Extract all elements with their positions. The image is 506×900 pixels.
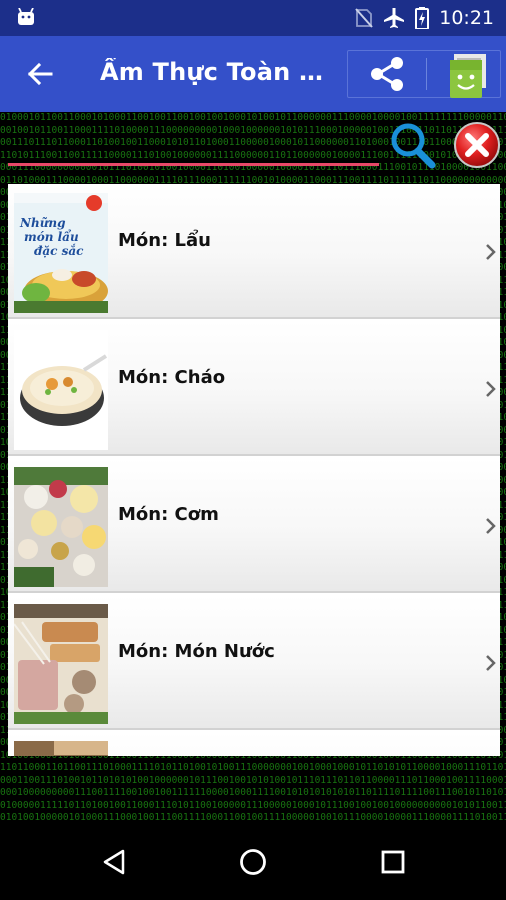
arrow-left-icon: [27, 62, 53, 86]
svg-text:đặc sắc: đặc sắc: [34, 243, 84, 258]
search-input[interactable]: [8, 120, 378, 160]
system-nav-bar: [0, 822, 506, 900]
android-app-icon: [450, 54, 486, 98]
item-thumbnail: [14, 604, 108, 724]
thumb-cover-text: Những: [19, 216, 66, 230]
back-button[interactable]: [20, 56, 60, 92]
nav-home-button[interactable]: [233, 842, 273, 882]
item-thumbnail: [14, 467, 108, 587]
airplane-mode-icon: [384, 8, 405, 28]
search-underline: [8, 163, 379, 166]
magnifier-icon: [391, 123, 436, 169]
nav-recents-square-icon: [381, 850, 405, 874]
list-item[interactable]: [8, 732, 500, 756]
item-label: Món: Cháo: [118, 367, 226, 388]
chevron-right-icon: [486, 244, 496, 260]
item-label: Món: Món Nước: [118, 641, 275, 662]
chevron-right-icon: [486, 655, 496, 671]
red-close-icon: [454, 122, 500, 168]
chevron-right-icon: [486, 518, 496, 534]
item-label: Món: Lẩu: [118, 230, 211, 251]
list-item[interactable]: Món: Cháo: [8, 321, 500, 456]
nav-recents-button[interactable]: [373, 842, 413, 882]
status-time: 10:21: [439, 7, 494, 29]
clear-search-button[interactable]: [452, 120, 502, 170]
status-icons: 10:21: [355, 6, 494, 30]
status-bar: 10:21: [0, 0, 506, 36]
nav-back-button[interactable]: [94, 842, 134, 882]
action-divider: [426, 58, 427, 90]
search-button[interactable]: [388, 120, 440, 170]
android-debug-icon: [18, 8, 34, 25]
category-list: Những món lẩu đặc sắc Món: Lẩu Món: Cháo…: [8, 184, 500, 756]
item-label: Món: Cơm: [118, 504, 219, 525]
app-bar: Ẩm Thực Toàn T...: [0, 36, 506, 112]
nav-home-circle-icon: [240, 849, 266, 875]
page-title: Ẩm Thực Toàn T...: [100, 58, 335, 86]
list-item[interactable]: Những món lẩu đặc sắc Món: Lẩu: [8, 184, 500, 319]
no-sim-icon: [355, 8, 373, 28]
list-item[interactable]: Món: Cơm: [8, 458, 500, 593]
item-thumbnail: [14, 741, 108, 756]
svg-text:món lẩu: món lẩu: [24, 229, 79, 244]
share-icon: [371, 57, 403, 91]
item-thumbnail: [14, 330, 108, 450]
app-icon-button[interactable]: [440, 52, 492, 100]
nav-back-triangle-icon: [103, 849, 125, 875]
chevron-right-icon: [486, 381, 496, 397]
battery-charging-icon: [415, 7, 430, 29]
item-thumbnail: Những món lẩu đặc sắc: [14, 193, 108, 313]
list-item[interactable]: Món: Món Nước: [8, 595, 500, 730]
share-button[interactable]: [364, 52, 410, 96]
